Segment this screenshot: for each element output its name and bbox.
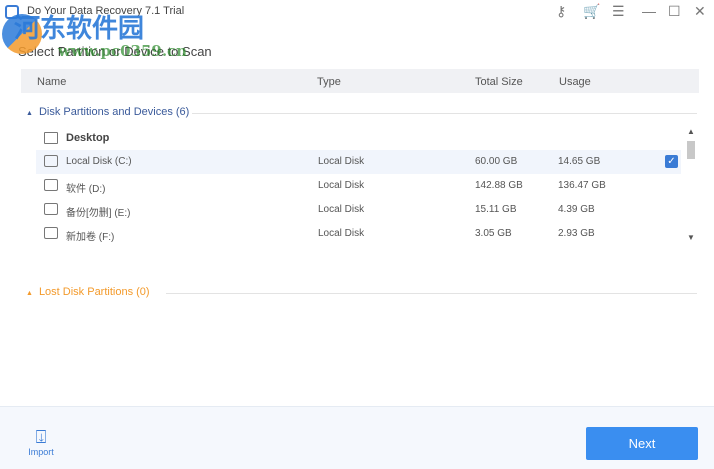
checkbox-checked[interactable]: ✓ [665,155,678,168]
partition-type: Local Disk [318,180,365,191]
col-total[interactable]: Total Size [475,76,523,88]
col-name[interactable]: Name [37,76,66,88]
divider [166,293,697,294]
menu-icon[interactable]: ☰ [612,3,625,20]
partition-usage: 14.65 GB [558,156,601,167]
drive-icon [44,179,58,191]
divider [192,113,697,114]
group-label: Lost Disk Partitions (0) [38,286,150,298]
collapse-icon[interactable]: ▲ [26,290,33,297]
col-usage[interactable]: Usage [559,76,591,88]
partition-row[interactable]: Local Disk (C:) Local Disk 60.00 GB 14.6… [36,150,681,174]
group-label: Disk Partitions and Devices (6) [38,106,190,118]
next-button[interactable]: Next [586,427,698,460]
footer: ⍗ Import Next [0,406,714,469]
key-icon[interactable]: ⚷ [556,3,566,20]
partition-name: 软件 (D:) [66,184,106,195]
minimize-icon[interactable]: — [642,3,656,19]
scroll-down-icon[interactable]: ▼ [687,233,695,242]
partition-row[interactable]: 软件 (D:) Local Disk 142.88 GB 136.47 GB [36,174,681,198]
drive-icon [44,227,58,239]
partition-type: Local Disk [318,228,365,239]
partition-name: Local Disk (C:) [66,156,132,167]
collapse-icon[interactable]: ▲ [26,110,33,117]
partition-usage: 136.47 GB [558,180,606,191]
col-type[interactable]: Type [317,76,341,88]
drive-icon [44,155,58,167]
partition-name: 新加卷 (F:) [66,232,115,243]
import-label: Import [28,447,54,457]
import-icon: ⍗ [35,427,47,447]
table-header: Name Type Total Size Usage [21,69,699,93]
import-button[interactable]: ⍗ Import [24,427,58,457]
partition-total: 3.05 GB [475,228,512,239]
scrollbar[interactable]: ▲ ▼ [685,127,697,244]
desktop-item: Desktop [36,127,681,151]
partition-row[interactable]: 备份[勿删] (E:) Local Disk 15.11 GB 4.39 GB [36,198,681,222]
maximize-icon[interactable]: ☐ [668,3,681,20]
watermark-url: www.pc0359.cn [58,42,188,60]
partition-total: 15.11 GB [475,204,517,215]
partition-total: 142.88 GB [475,180,523,191]
watermark-text: 河东软件园 [14,13,145,43]
group-lost[interactable]: ▲ Lost Disk Partitions (0) [26,286,150,298]
scroll-thumb[interactable] [687,141,695,159]
close-icon[interactable]: ✕ [694,3,706,20]
partition-usage: 4.39 GB [558,204,595,215]
partition-type: Local Disk [318,156,365,167]
group-disks[interactable]: ▲ Disk Partitions and Devices (6) [26,106,189,118]
partition-type: Local Disk [318,204,365,215]
partition-usage: 2.93 GB [558,228,595,239]
drive-icon [44,203,58,215]
scroll-up-icon[interactable]: ▲ [687,127,695,136]
partition-name: 备份[勿删] (E:) [66,208,131,219]
partition-total: 60.00 GB [475,156,518,167]
cart-icon[interactable]: 🛒 [583,3,600,20]
desktop-label: Desktop [66,132,110,144]
monitor-icon [44,132,58,144]
partition-row[interactable]: 新加卷 (F:) Local Disk 3.05 GB 2.93 GB [36,222,681,246]
